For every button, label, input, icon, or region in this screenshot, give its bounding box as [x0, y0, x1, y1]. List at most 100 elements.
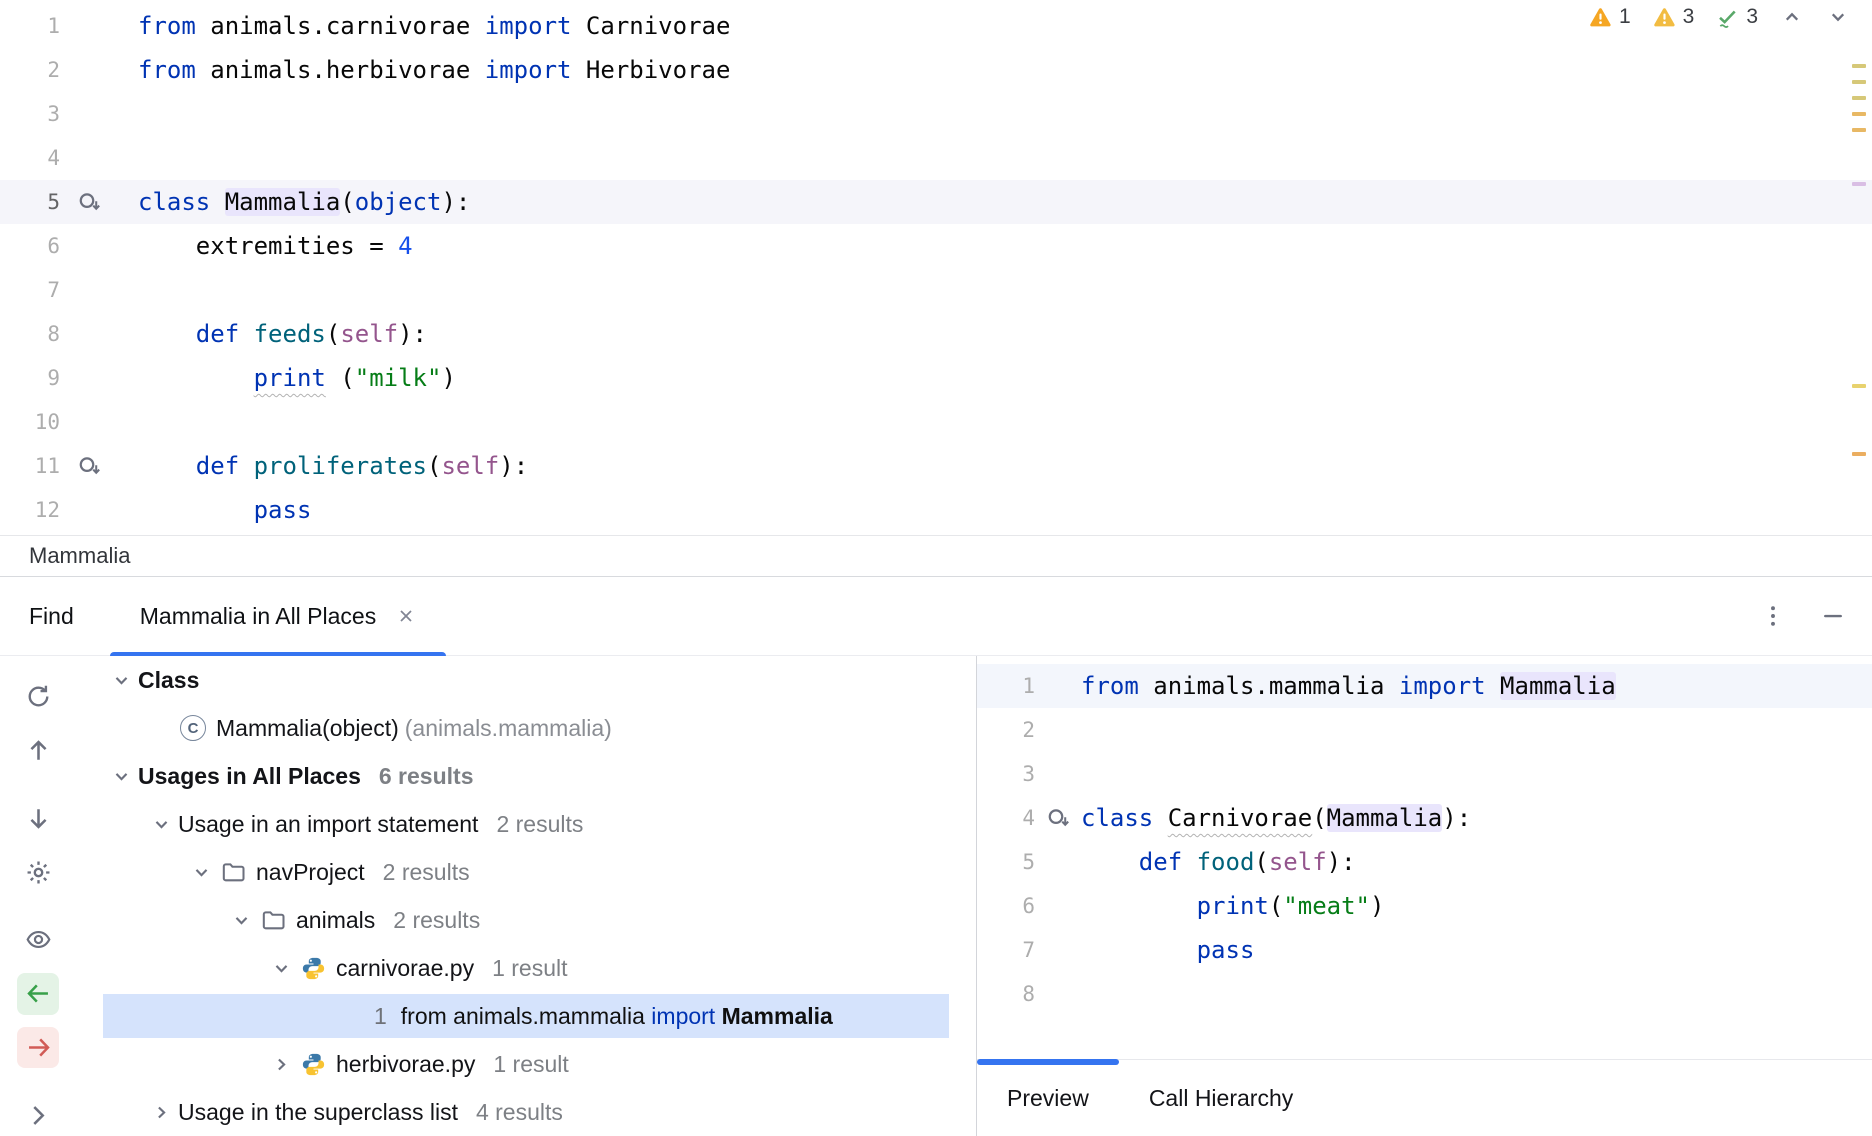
error-stripe-mark[interactable] [1852, 452, 1866, 456]
weak-warning-icon [1653, 6, 1676, 29]
code-line-8[interactable]: 8 def feeds(self): [0, 312, 1872, 356]
chevron-down-icon[interactable] [144, 813, 178, 836]
gutter [60, 400, 118, 444]
error-stripe-mark[interactable] [1852, 96, 1866, 100]
code-line-6[interactable]: 6 print("meat") [977, 884, 1872, 928]
chevron-down-icon[interactable] [104, 765, 138, 788]
selected-usage-row[interactable]: 1from animals.mammalia import Mammalia [76, 992, 976, 1040]
tree-row-class[interactable]: Class [76, 656, 976, 704]
weak-warning-badge[interactable]: 3 [1653, 5, 1695, 29]
usage-line-text: 1from animals.mammalia import Mammalia [374, 1003, 833, 1030]
expand-toolbar-icon[interactable] [17, 1094, 59, 1136]
tree-row-carnivorae-py[interactable]: carnivorae.py1 result [76, 944, 976, 992]
tree-row-mammalia-object-[interactable]: CMammalia(object) (animals.mammalia) [76, 704, 976, 752]
next-problem-icon[interactable] [1826, 5, 1850, 29]
code-line-1[interactable]: 1from animals.mammalia import Mammalia [977, 664, 1872, 708]
code-line-3[interactable]: 3 [0, 92, 1872, 136]
tree-row-animals[interactable]: animals2 results [76, 896, 976, 944]
success-icon [1716, 6, 1739, 29]
tree-row-herbivorae-py[interactable]: herbivorae.py1 result [76, 1040, 976, 1088]
code-text: def proliferates(self): [118, 444, 528, 488]
code-text: from animals.herbivorae import Herbivora… [118, 48, 730, 92]
code-line-4[interactable]: 4 [0, 136, 1872, 180]
find-toolwindow-header: Find Mammalia in All Places [0, 577, 1872, 656]
line-number: 8 [977, 972, 1035, 1016]
tree-row-usage-in-an-import-statement[interactable]: Usage in an import statement 2 results [76, 800, 976, 848]
line-number: 2 [0, 48, 60, 92]
line-number: 4 [977, 796, 1035, 840]
move-up-icon[interactable] [17, 730, 59, 772]
tree-row-usages-in-all-places[interactable]: Usages in All Places6 results [76, 752, 976, 800]
result-count: 4 results [476, 1099, 563, 1126]
error-stripe-mark[interactable] [1852, 80, 1866, 84]
breadcrumb-item[interactable]: Mammalia [29, 543, 130, 569]
code-line-6[interactable]: 6 extremities = 4 [0, 224, 1872, 268]
chevron-down-icon[interactable] [104, 669, 138, 692]
line-number: 5 [977, 840, 1035, 884]
code-text: class Mammalia(object): [118, 180, 470, 224]
gutter [60, 224, 118, 268]
tree-label: animals [296, 907, 375, 934]
code-line-5[interactable]: 5class Mammalia(object): [0, 180, 1872, 224]
chevron-down-icon[interactable] [224, 909, 258, 932]
tab-mammalia-in-all-places[interactable]: Mammalia in All Places [110, 577, 446, 655]
move-down-icon[interactable] [17, 798, 59, 840]
code-line-11[interactable]: 11 def proliferates(self): [0, 444, 1872, 488]
gutter [60, 4, 118, 48]
error-stripe-mark[interactable] [1852, 64, 1866, 68]
tab-call-hierarchy[interactable]: Call Hierarchy [1119, 1060, 1323, 1136]
rerun-icon[interactable] [17, 676, 59, 718]
gutter [1035, 840, 1081, 884]
code-text: class Carnivorae(Mammalia): [1081, 796, 1471, 840]
code-line-5[interactable]: 5 def food(self): [977, 840, 1872, 884]
code-line-12[interactable]: 12 pass [0, 488, 1872, 532]
scrollbar-error-stripe[interactable] [1850, 0, 1868, 535]
code-line-3[interactable]: 3 [977, 752, 1872, 796]
settings-icon[interactable] [17, 851, 59, 893]
success-badge[interactable]: 3 [1716, 5, 1758, 29]
chevron-right-icon[interactable] [144, 1101, 178, 1124]
chevron-right-icon[interactable] [264, 1053, 298, 1076]
has-subclasses-icon[interactable] [1046, 806, 1071, 831]
line-number: 9 [0, 356, 60, 400]
close-icon[interactable] [396, 606, 416, 626]
code-line-9[interactable]: 9 print ("milk") [0, 356, 1872, 400]
tree-row-navproject[interactable]: navProject2 results [76, 848, 976, 896]
code-text [118, 268, 138, 312]
tree-label: Usage in an import statement [178, 811, 478, 838]
result-count: 6 results [379, 763, 474, 790]
warning-badge[interactable]: 1 [1589, 5, 1631, 29]
gutter [60, 356, 118, 400]
chevron-down-icon[interactable] [184, 861, 218, 884]
code-line-7[interactable]: 7 pass [977, 928, 1872, 972]
main-editor-lines: 1from animals.carnivorae import Carnivor… [0, 4, 1872, 532]
disable-autoscroll-icon[interactable] [17, 1027, 59, 1069]
chevron-down-icon[interactable] [264, 957, 298, 980]
code-line-4[interactable]: 4 class Carnivorae(Mammalia): [977, 796, 1872, 840]
tab-preview[interactable]: Preview [977, 1060, 1119, 1136]
line-number: 2 [977, 708, 1035, 752]
prev-problem-icon[interactable] [1780, 5, 1804, 29]
error-stripe-mark[interactable] [1852, 384, 1866, 388]
tree-suffix: (animals.mammalia) [405, 715, 612, 742]
code-line-8[interactable]: 8 [977, 972, 1872, 1016]
navigate-to-source-icon[interactable] [17, 973, 59, 1015]
has-subclasses-icon[interactable] [77, 190, 102, 215]
code-text: extremities = 4 [118, 224, 413, 268]
result-count: 2 results [496, 811, 583, 838]
code-line-7[interactable]: 7 [0, 268, 1872, 312]
preview-usages-icon[interactable] [17, 919, 59, 961]
code-line-2[interactable]: 2 from animals.herbivorae import Herbivor… [0, 48, 1872, 92]
code-line-10[interactable]: 10 [0, 400, 1872, 444]
error-stripe-mark[interactable] [1852, 182, 1866, 186]
overridden-method-icon[interactable] [77, 454, 102, 479]
code-line-2[interactable]: 2 [977, 708, 1872, 752]
error-stripe-mark[interactable] [1852, 112, 1866, 116]
find-toolbar [0, 656, 76, 1136]
more-options-icon[interactable] [1760, 603, 1786, 629]
tree-row-usage-in-the-superclass-list[interactable]: Usage in the superclass list4 results [76, 1088, 976, 1136]
code-text: pass [118, 488, 311, 532]
tree-label: navProject [256, 859, 365, 886]
minimize-icon[interactable] [1820, 603, 1846, 629]
error-stripe-mark[interactable] [1852, 128, 1866, 132]
